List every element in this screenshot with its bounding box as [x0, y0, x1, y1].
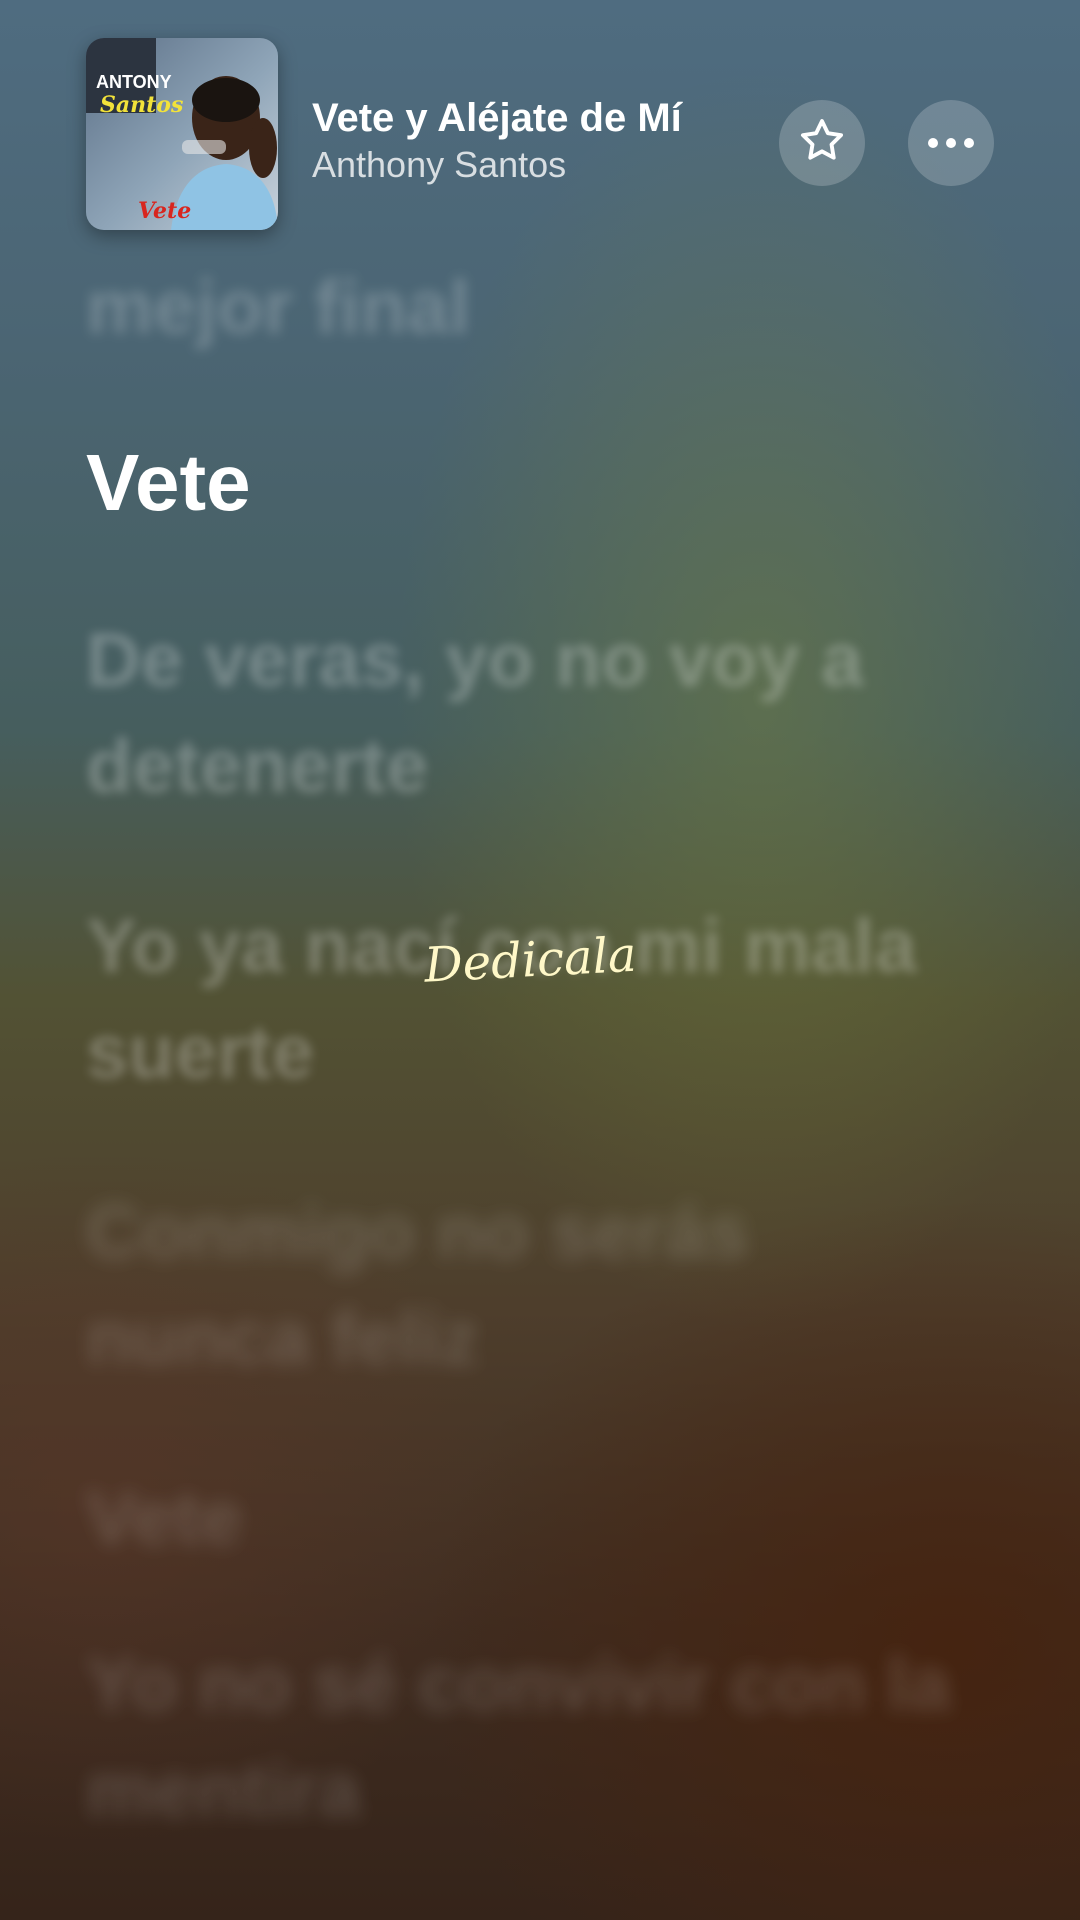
- album-art-text-bottom: Vete: [138, 198, 191, 224]
- more-options-button[interactable]: [908, 100, 994, 186]
- ellipsis-icon: [928, 138, 974, 148]
- track-artist[interactable]: Anthony Santos: [312, 142, 752, 188]
- lyric-line-active[interactable]: Vete: [86, 430, 986, 536]
- album-art-text-top: ANTONY: [96, 72, 172, 92]
- watermark-text: Dedicala: [422, 927, 638, 994]
- lyric-line[interactable]: De veras, yo no voy a detenerte: [86, 608, 986, 820]
- lyric-line[interactable]: Vete: [86, 1466, 986, 1572]
- star-outline-icon: [796, 115, 848, 172]
- watermark-signature: Dedicala: [420, 918, 650, 998]
- lyric-line[interactable]: Conmigo no serás nunca feliz: [86, 1180, 986, 1392]
- track-info[interactable]: Vete y Aléjate de Mí Anthony Santos: [312, 94, 752, 188]
- favorite-button[interactable]: [779, 100, 865, 186]
- track-title: Vete y Aléjate de Mí: [312, 96, 682, 140]
- lyric-line[interactable]: mejor final: [86, 255, 986, 361]
- album-artwork[interactable]: ANTONY Santos Vete: [86, 38, 278, 230]
- now-playing-header: ANTONY Santos Vete Vete y Aléjate de Mí …: [0, 0, 1080, 250]
- lyric-line[interactable]: Yo no sé convivir con la mentira: [86, 1632, 986, 1844]
- album-art-text-mid: Santos: [100, 92, 183, 118]
